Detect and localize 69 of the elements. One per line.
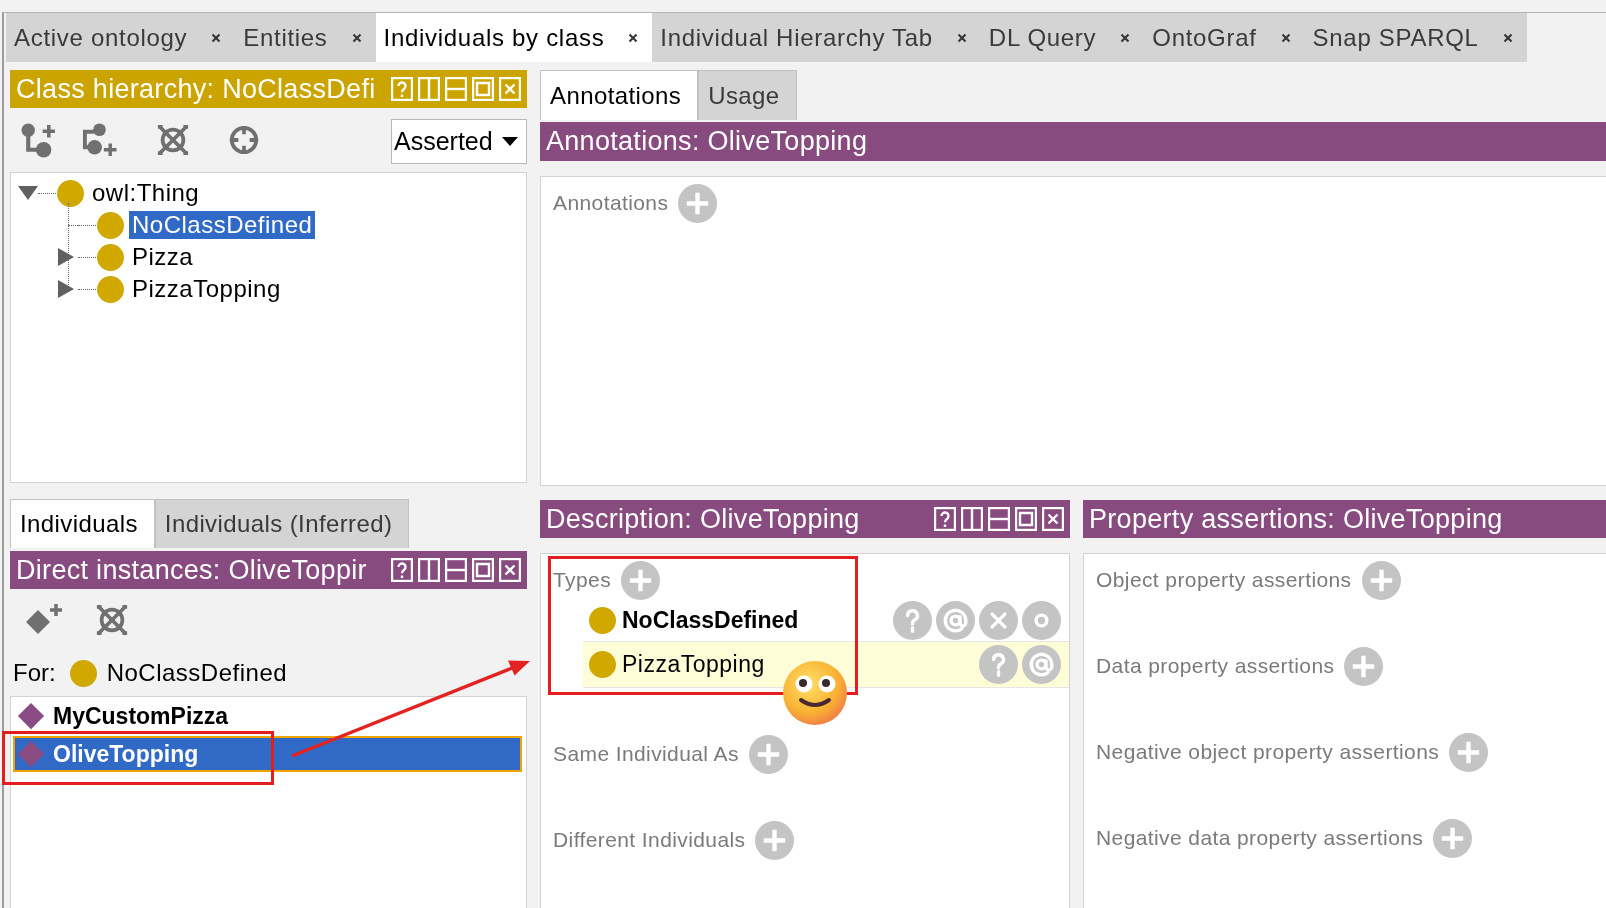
split-horizontal-icon[interactable]: [445, 558, 467, 582]
tree-item[interactable]: NoClassDefined: [129, 211, 316, 239]
caret-right-icon[interactable]: [58, 248, 74, 266]
help-icon[interactable]: [934, 507, 956, 531]
dot-icon: [97, 243, 124, 271]
panel-title: Description: OliveTopping: [546, 503, 860, 535]
tab[interactable]: Usage: [698, 70, 797, 120]
section-label: Negative object property assertions: [1096, 740, 1440, 764]
section-label: Data property assertions: [1096, 654, 1335, 678]
tree-item[interactable]: Pizza: [129, 243, 197, 271]
close-icon[interactable]: [351, 32, 362, 43]
type-label: NoClassDefined: [622, 607, 799, 634]
close-icon[interactable]: [1120, 32, 1131, 43]
for-label: For:: [13, 659, 56, 687]
close-icon[interactable]: [628, 32, 639, 43]
close-icon[interactable]: [1502, 32, 1513, 43]
section-label: Different Individuals: [553, 828, 746, 852]
node-plus-icon[interactable]: [80, 121, 119, 159]
split-vertical-icon[interactable]: [418, 558, 440, 582]
crossed-circle-icon[interactable]: [156, 123, 190, 157]
panel-title: Annotations: OliveTopping: [546, 126, 868, 157]
panel-title: Property assertions: OliveTopping: [1089, 503, 1503, 535]
tab[interactable]: Annotations: [540, 70, 699, 120]
tab[interactable]: Snap SPARQL: [1304, 13, 1527, 62]
help-icon[interactable]: [391, 558, 413, 582]
tab[interactable]: Individuals: [10, 499, 155, 548]
dot-icon: [57, 179, 84, 207]
caret-down-icon: [502, 136, 518, 146]
panel-title: Class hierarchy: NoClassDefi: [16, 73, 376, 105]
close-icon[interactable]: [1280, 32, 1291, 43]
dot-icon: [69, 659, 97, 687]
split-vertical-icon[interactable]: [961, 507, 983, 531]
individual-item[interactable]: MyCustomPizza: [13, 702, 235, 730]
caret-right-icon[interactable]: [58, 280, 74, 298]
dot-icon: [589, 607, 616, 634]
tab[interactable]: Entities: [235, 13, 376, 62]
branch-plus-icon[interactable]: [20, 121, 57, 159]
tab[interactable]: Individuals by class: [375, 13, 653, 62]
dot-icon: [589, 651, 616, 678]
view-mode-dropdown[interactable]: Asserted: [391, 118, 527, 164]
section-label: Annotations: [553, 191, 669, 215]
tab[interactable]: DL Query: [980, 13, 1145, 62]
tab[interactable]: Individual Hierarchy Tab: [652, 13, 981, 62]
section-label: Types: [553, 568, 612, 592]
tree-item[interactable]: PizzaTopping: [129, 275, 284, 303]
individual-item[interactable]: OliveTopping: [13, 736, 522, 772]
close-icon[interactable]: [211, 32, 222, 43]
caret-down-icon[interactable]: [18, 186, 38, 200]
type-label: PizzaTopping: [622, 651, 765, 678]
diamond-icon: [17, 740, 45, 768]
panel-title: Direct instances: OliveToppir: [16, 554, 367, 586]
split-horizontal-icon[interactable]: [988, 507, 1010, 531]
section-label: Same Individual As: [553, 742, 739, 766]
maximize-icon[interactable]: [1015, 507, 1037, 531]
tab[interactable]: Active ontology: [6, 13, 236, 62]
class-name: NoClassDefined: [106, 659, 288, 687]
section-label: Object property assertions: [1096, 568, 1352, 592]
close-icon[interactable]: [956, 32, 967, 43]
tab[interactable]: OntoGraf: [1144, 13, 1305, 62]
section-label: Negative data property assertions: [1096, 826, 1424, 850]
tree-item[interactable]: owl:Thing: [89, 179, 203, 207]
smiling-face-icon: [782, 660, 848, 726]
tab[interactable]: Individuals (Inferred): [154, 499, 410, 548]
dot-icon: [97, 211, 124, 239]
dot-icon: [97, 275, 124, 303]
diamond-icon: [17, 702, 45, 730]
crossed-circle-icon[interactable]: [95, 602, 129, 637]
crosshair-icon[interactable]: [228, 124, 260, 156]
maximize-icon[interactable]: [472, 558, 494, 582]
